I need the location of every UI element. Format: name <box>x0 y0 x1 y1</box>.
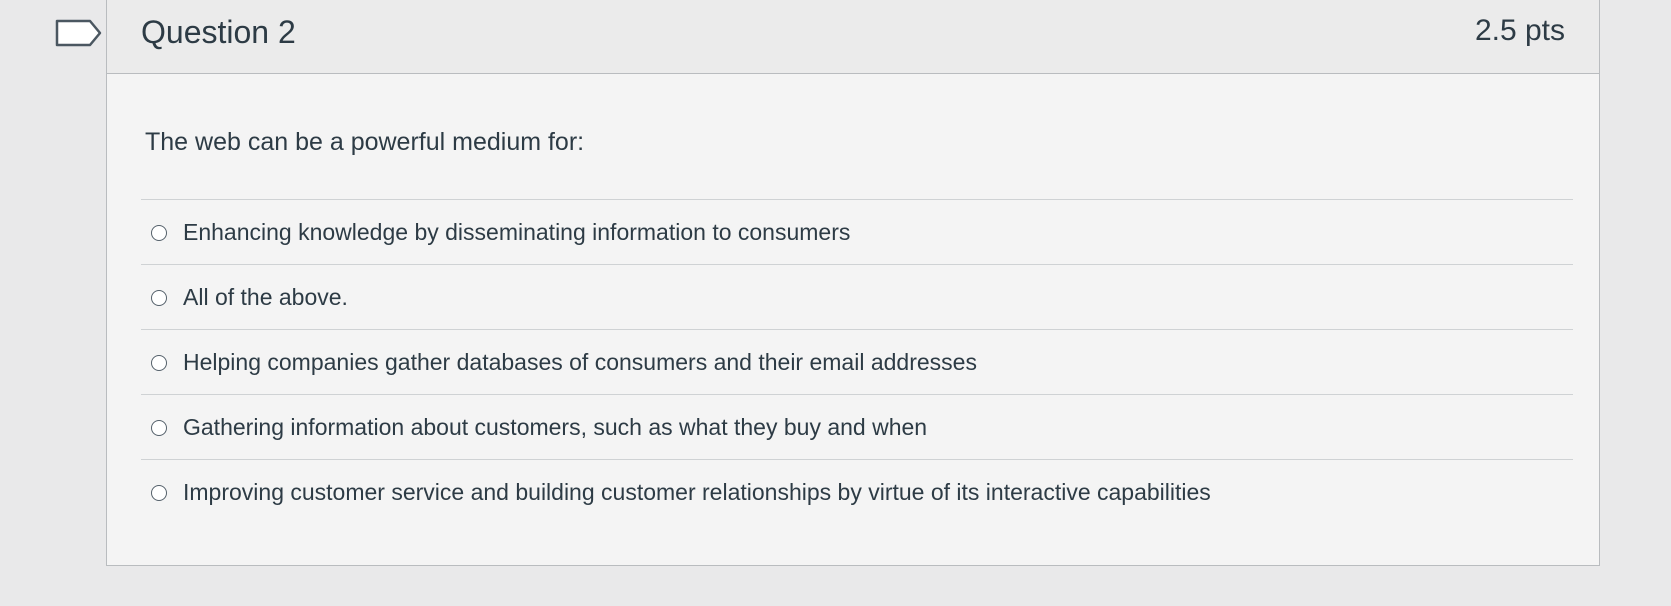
answer-label: Gathering information about customers, s… <box>183 414 928 440</box>
answer-option-5[interactable]: Improving customer service and building … <box>141 459 1573 524</box>
answer-label: All of the above. <box>183 284 348 310</box>
answer-option-2[interactable]: All of the above. <box>141 264 1573 329</box>
answer-label: Improving customer service and building … <box>183 479 1211 505</box>
question-header: Question 2 2.5 pts <box>107 0 1599 74</box>
radio-button[interactable] <box>151 420 167 436</box>
answer-list: Enhancing knowledge by disseminating inf… <box>141 199 1573 524</box>
radio-button[interactable] <box>151 290 167 306</box>
radio-button[interactable] <box>151 485 167 501</box>
radio-button[interactable] <box>151 225 167 241</box>
question-text: The web can be a powerful medium for: <box>145 128 585 156</box>
radio-button[interactable] <box>151 355 167 371</box>
question-card: Question 2 2.5 pts The web can be a powe… <box>106 0 1600 566</box>
answer-label: Enhancing knowledge by disseminating inf… <box>183 219 851 245</box>
question-title: Question 2 <box>141 14 296 50</box>
answer-label: Helping companies gather databases of co… <box>183 349 977 375</box>
flag-question-icon[interactable] <box>54 18 104 48</box>
answer-option-3[interactable]: Helping companies gather databases of co… <box>141 329 1573 394</box>
answer-option-4[interactable]: Gathering information about customers, s… <box>141 394 1573 459</box>
question-points: 2.5 pts <box>1474 14 1565 47</box>
answer-option-1[interactable]: Enhancing knowledge by disseminating inf… <box>141 199 1573 264</box>
